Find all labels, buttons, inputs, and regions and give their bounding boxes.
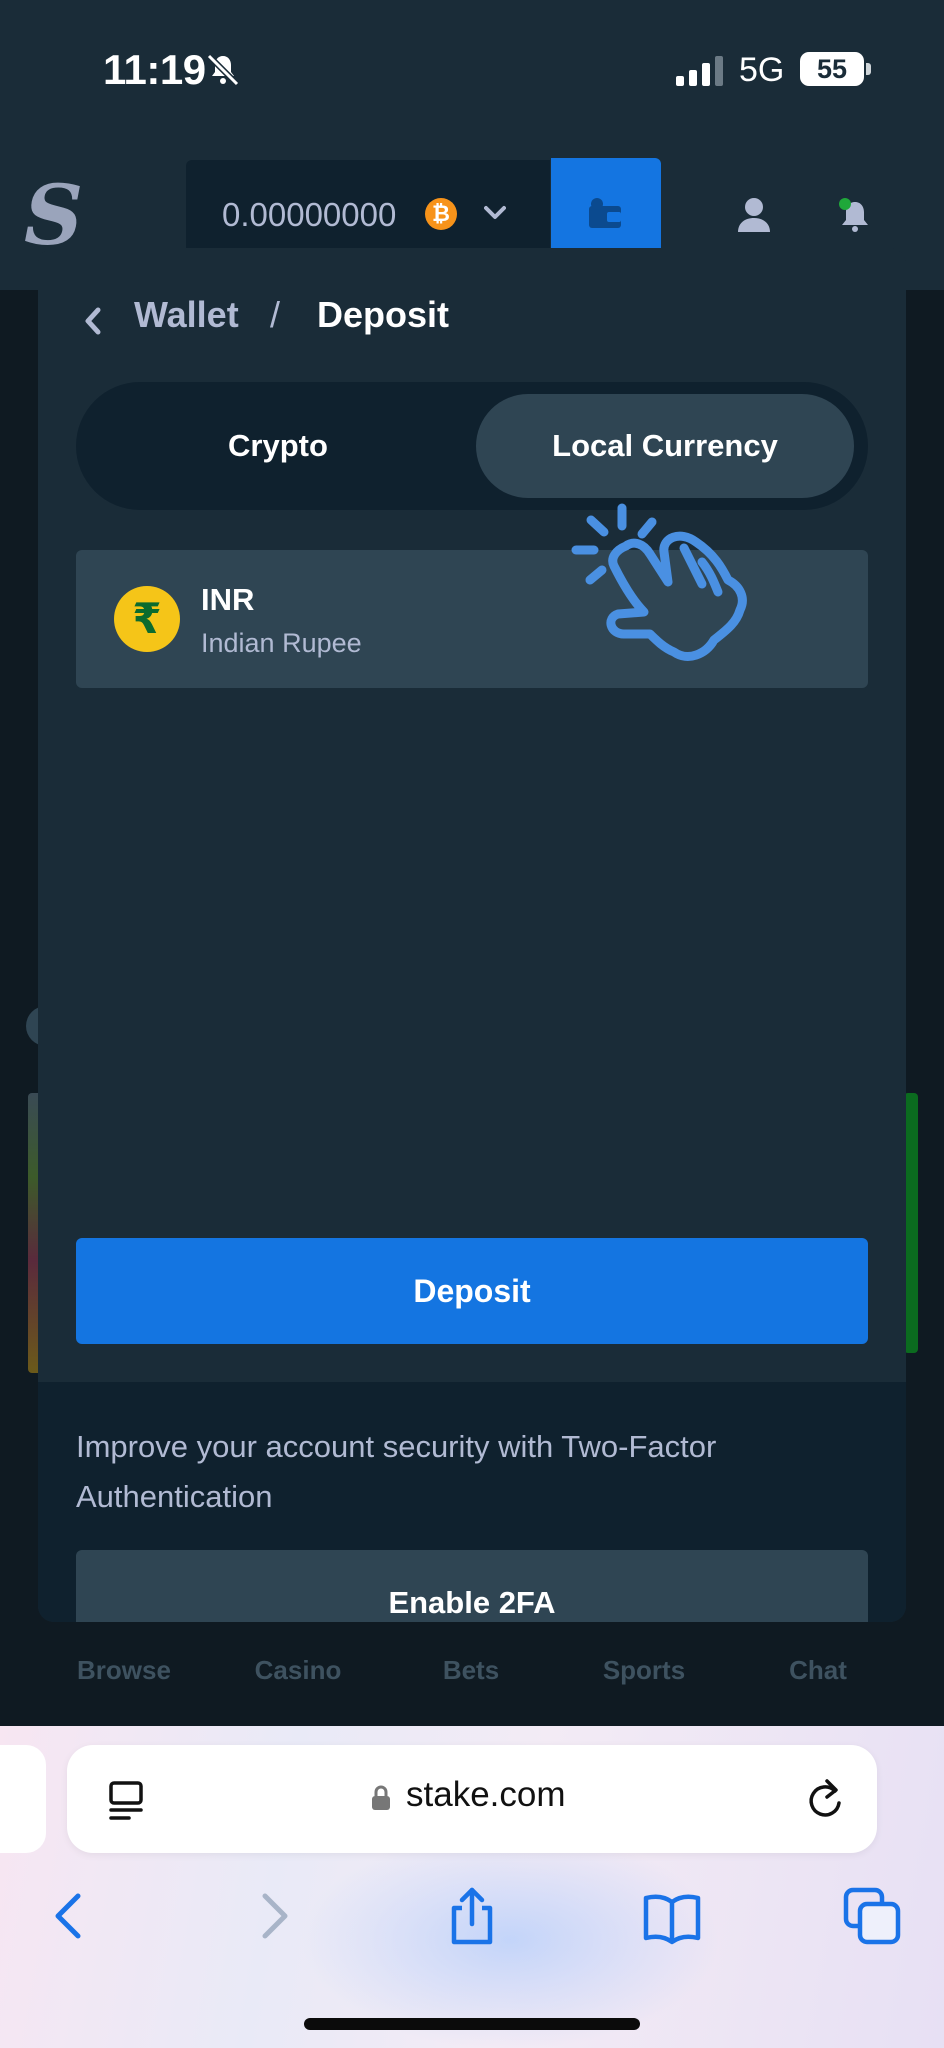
lock-icon [372, 1785, 390, 1810]
deposit-method-tabs: Crypto Local Currency [76, 382, 868, 510]
breadcrumb-separator: / [270, 294, 281, 335]
bookmarks-icon[interactable] [642, 1886, 702, 1946]
wallet-modal: Wallet / Deposit Crypto Local Currency ₹… [38, 248, 906, 1622]
nav-item-casino[interactable]: Casino [218, 1655, 378, 1686]
forward-icon[interactable] [243, 1886, 303, 1946]
security-banner: Improve your account security with Two-F… [38, 1382, 906, 1622]
tabs-icon[interactable] [842, 1886, 902, 1946]
nav-item-chat[interactable]: Chat [738, 1655, 898, 1686]
rupee-icon: ₹ [114, 586, 180, 652]
tab-crypto[interactable]: Crypto [88, 394, 468, 498]
deposit-button[interactable]: Deposit [76, 1238, 868, 1344]
breadcrumb-wallet-link[interactable]: Wallet [134, 294, 239, 336]
balance-value: 0.00000000 [222, 196, 397, 233]
tab-local-currency[interactable]: Local Currency [476, 394, 854, 498]
background-thumbnail-right [904, 1093, 918, 1353]
previous-tab-peek[interactable] [0, 1745, 46, 1853]
nav-item-bets[interactable]: Bets [391, 1655, 551, 1686]
url-text: stake.com [406, 1775, 566, 1814]
network-type: 5G [739, 51, 785, 89]
wallet-icon [589, 198, 621, 228]
back-chevron-icon[interactable] [82, 306, 104, 336]
battery-cap [866, 63, 871, 75]
currency-code: INR [201, 582, 255, 617]
share-icon[interactable] [442, 1886, 502, 1946]
chevron-down-icon[interactable] [484, 205, 506, 221]
reload-icon[interactable] [805, 1777, 845, 1821]
nav-item-sports[interactable]: Sports [564, 1655, 724, 1686]
back-icon[interactable] [40, 1886, 100, 1946]
bitcoin-icon: ₿ [425, 198, 457, 230]
currency-name: Indian Rupee [201, 628, 362, 658]
user-icon[interactable] [736, 196, 772, 232]
breadcrumb-current: Deposit [317, 294, 450, 335]
nav-item-browse[interactable]: Browse [44, 1655, 204, 1686]
enable-2fa-button[interactable]: Enable 2FA [76, 1550, 868, 1622]
status-time: 11:19 [103, 46, 206, 93]
tap-hand-icon [571, 503, 747, 661]
signal-icon [676, 56, 723, 86]
security-message: Improve your account security with Two-F… [76, 1429, 717, 1514]
page-menu-icon[interactable] [107, 1779, 145, 1821]
address-bar[interactable]: stake.com [67, 1745, 877, 1853]
silent-bell-icon [206, 53, 240, 87]
home-indicator [304, 2018, 640, 2030]
notification-bell-icon[interactable] [836, 196, 874, 234]
battery-level: 55 [800, 52, 864, 86]
